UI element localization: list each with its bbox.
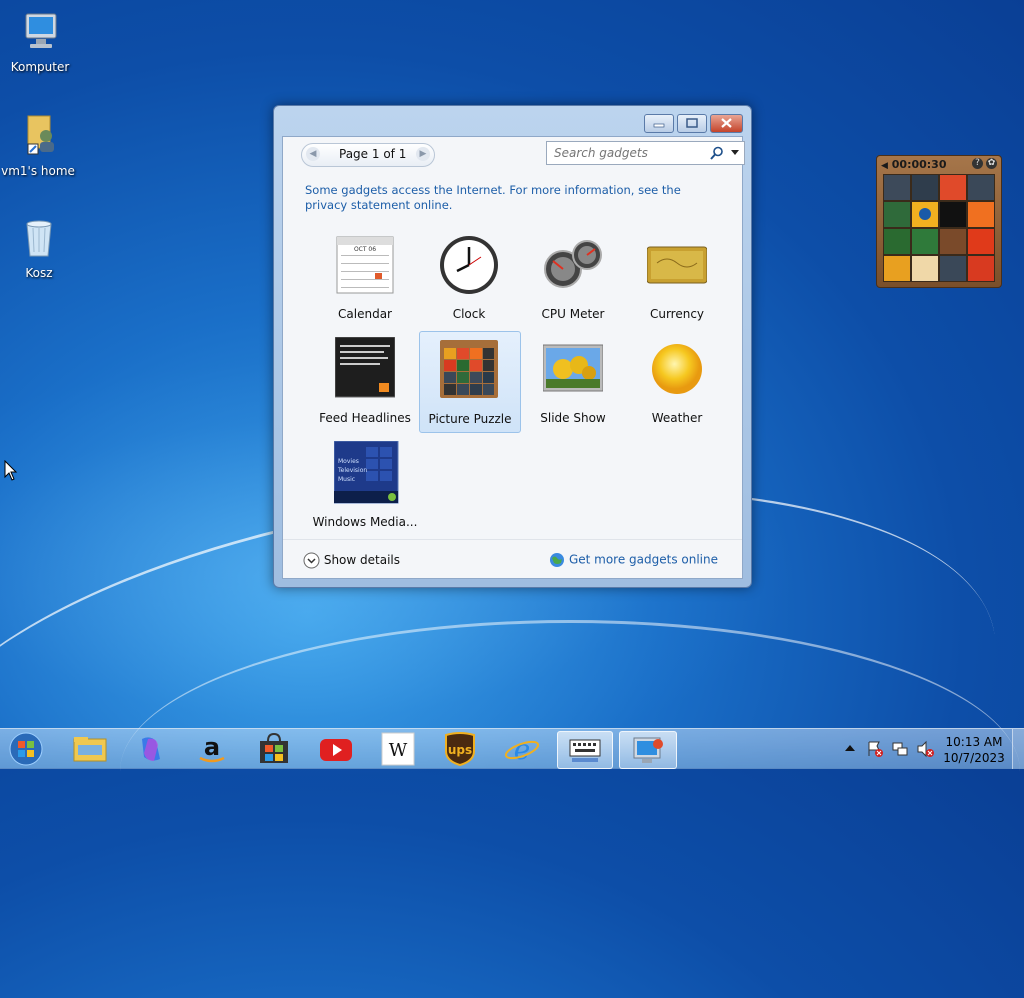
media-center-item: Television — [337, 467, 367, 474]
media-center-item: Music — [338, 476, 355, 483]
close-button[interactable] — [710, 114, 743, 133]
chevron-down-icon — [303, 552, 320, 569]
desktop-icon-label: Kosz — [25, 266, 53, 280]
gadget-label: Feed Headlines — [319, 411, 411, 425]
gadget-feed-headlines[interactable]: Feed Headlines — [315, 331, 415, 431]
currency-icon — [646, 233, 708, 293]
gadget-currency[interactable]: Currency — [627, 227, 727, 327]
desktop-icon-label: Komputer — [10, 60, 70, 74]
windows-media-icon: Movies Television Music — [333, 440, 399, 504]
search-input[interactable] — [552, 145, 706, 161]
desktop-icon-recycle-bin[interactable]: Kosz — [1, 214, 77, 280]
calendar-month: OCT 06 — [354, 246, 376, 253]
gallery-footer: Show details Get more gadgets online — [283, 539, 742, 579]
mouse-cursor-icon — [4, 460, 18, 481]
svg-text:a: a — [204, 733, 220, 761]
volume-muted-icon[interactable] — [916, 740, 934, 758]
show-details-toggle[interactable]: Show details — [303, 552, 400, 569]
show-hidden-icons-chevron-icon[interactable] — [845, 744, 855, 752]
gadget-windows-media[interactable]: Movies Television Music Windows Media... — [306, 435, 424, 535]
gadget-label: Calendar — [338, 307, 392, 321]
feed-headlines-icon — [334, 336, 396, 398]
puzzle-pick-icon[interactable]: ✿ — [986, 158, 997, 169]
puzzle-back-icon[interactable]: ◀ — [881, 161, 888, 171]
svg-text:e: e — [514, 733, 531, 766]
picture-puzzle-icon — [440, 338, 500, 398]
gadget-label: Windows Media... — [312, 515, 418, 529]
gadget-label: Picture Puzzle — [428, 412, 512, 426]
wikipedia-letter: W — [389, 740, 408, 761]
search-icon[interactable] — [710, 146, 724, 160]
gadgets-taskbar-icon[interactable] — [619, 731, 677, 769]
copilot-taskbar-icon[interactable] — [126, 731, 174, 767]
internet-explorer-taskbar-icon[interactable]: e — [498, 731, 546, 767]
gadget-gallery-window: ◀ Page 1 of 1 ▶ Some gadgets access the … — [273, 105, 752, 588]
gadget-picture-puzzle[interactable]: Picture Puzzle — [419, 331, 521, 433]
taskbar: a W ups e 10:13 AM 10/7/2023 — [0, 728, 1024, 769]
on-screen-keyboard-taskbar-icon[interactable] — [557, 731, 613, 769]
gadget-label: Weather — [651, 411, 703, 425]
desktop-icon-home-folder[interactable]: vm1's home — [0, 112, 76, 178]
previous-page-icon[interactable]: ◀ — [306, 147, 320, 161]
page-label: Page 1 of 1 — [339, 147, 407, 161]
desktop-icon-computer[interactable]: Komputer — [2, 8, 78, 74]
gadget-weather[interactable]: Weather — [627, 331, 727, 431]
gadget-clock[interactable]: Clock — [419, 227, 519, 327]
globe-icon — [550, 553, 565, 567]
get-more-gadgets-label: Get more gadgets online — [568, 552, 718, 567]
get-more-gadgets-link[interactable]: Get more gadgets online — [549, 552, 718, 568]
slide-show-icon — [542, 337, 604, 397]
network-icon[interactable] — [891, 740, 909, 758]
desktop-icon-label: vm1's home — [1, 164, 75, 178]
internet-privacy-notice[interactable]: Some gadgets access the Internet. For mo… — [305, 183, 725, 213]
show-desktop-button[interactable] — [1012, 729, 1024, 769]
action-center-flag-icon[interactable] — [866, 740, 884, 758]
media-center-item: Movies — [338, 458, 359, 465]
chevron-down-icon[interactable] — [731, 150, 739, 156]
ups-letters: ups — [448, 743, 472, 757]
gadget-gallery-content: ◀ Page 1 of 1 ▶ Some gadgets access the … — [282, 136, 745, 579]
user-folder-icon — [14, 112, 62, 160]
minimize-button[interactable] — [644, 114, 674, 133]
computer-icon — [16, 8, 64, 56]
ups-taskbar-icon[interactable]: ups — [436, 731, 484, 767]
picture-puzzle-gadget[interactable]: ◀ 00:00:30 ? ✿ — [876, 155, 1002, 288]
wikipedia-taskbar-icon[interactable]: W — [374, 731, 422, 767]
gadget-label: CPU Meter — [541, 307, 605, 321]
puzzle-timer-text: 00:00:30 — [891, 158, 947, 171]
cpu-meter-icon — [543, 233, 603, 293]
page-navigator: ◀ Page 1 of 1 ▶ — [301, 143, 435, 167]
system-clock[interactable]: 10:13 AM 10/7/2023 — [942, 734, 1006, 766]
microsoft-store-taskbar-icon[interactable] — [250, 731, 298, 767]
show-details-label: Show details — [323, 553, 400, 567]
clock-time: 10:13 AM — [945, 735, 1003, 749]
file-explorer-taskbar-icon[interactable] — [66, 731, 114, 767]
search-gadgets-box[interactable] — [546, 141, 745, 165]
gadget-slide-show[interactable]: Slide Show — [523, 331, 623, 431]
calendar-icon: OCT 06 — [335, 233, 395, 294]
amazon-taskbar-icon[interactable]: a — [188, 731, 236, 767]
gadget-label: Currency — [649, 307, 705, 321]
youtube-taskbar-icon[interactable] — [312, 731, 360, 767]
gadget-cpu-meter[interactable]: CPU Meter — [523, 227, 623, 327]
gadget-calendar[interactable]: OCT 06 Calendar — [315, 227, 415, 327]
clock-icon — [439, 233, 499, 294]
wallpaper-swoosh — [120, 620, 1020, 923]
gadget-label: Clock — [452, 307, 486, 321]
recycle-bin-icon — [15, 214, 63, 262]
restore-button[interactable] — [677, 114, 707, 133]
puzzle-hint-icon[interactable]: ? — [972, 158, 983, 169]
weather-icon — [647, 337, 707, 397]
puzzle-timer: ◀ 00:00:30 — [881, 158, 947, 171]
puzzle-board[interactable] — [883, 174, 995, 282]
start-button[interactable] — [4, 731, 48, 767]
clock-date: 10/7/2023 — [943, 751, 1005, 765]
next-page-icon[interactable]: ▶ — [416, 147, 430, 161]
gadget-label: Slide Show — [540, 411, 606, 425]
